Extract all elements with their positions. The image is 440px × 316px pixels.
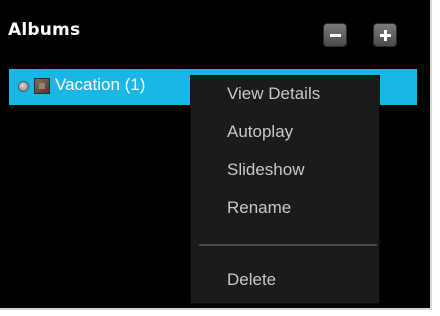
- menu-divider: [199, 244, 377, 246]
- menu-item-delete[interactable]: Delete: [227, 270, 276, 290]
- minus-icon: [330, 34, 341, 37]
- album-thumbnail-icon: [34, 78, 50, 94]
- menu-item-view-details[interactable]: View Details: [227, 84, 320, 104]
- album-context-menu: View Details Autoplay Slideshow Rename D…: [190, 75, 380, 304]
- menu-item-autoplay[interactable]: Autoplay: [227, 122, 293, 142]
- remove-album-button[interactable]: [323, 23, 347, 47]
- menu-item-slideshow[interactable]: Slideshow: [227, 160, 305, 180]
- album-radio-icon[interactable]: [18, 81, 29, 92]
- albums-panel: Albums Vacation (1) View Details Autopla…: [0, 0, 432, 310]
- plus-icon-vertical: [384, 30, 387, 41]
- menu-item-rename[interactable]: Rename: [227, 198, 291, 218]
- albums-title: Albums: [8, 20, 81, 40]
- album-label: Vacation (1): [55, 75, 146, 94]
- add-album-button[interactable]: [373, 23, 397, 47]
